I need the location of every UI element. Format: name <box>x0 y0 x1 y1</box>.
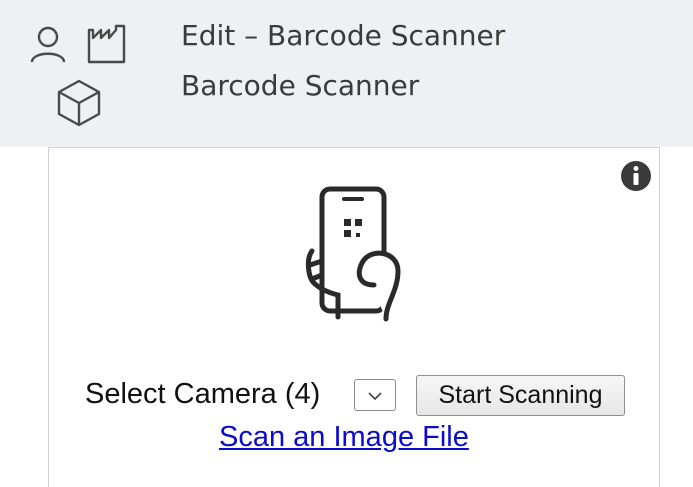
phone-qr-scan-icon <box>300 185 410 329</box>
scan-image-file-link[interactable]: Scan an Image File <box>219 423 469 452</box>
factory-icon[interactable] <box>86 24 128 64</box>
info-icon[interactable] <box>620 160 652 196</box>
page-title: Edit – Barcode Scanner <box>181 19 506 52</box>
select-camera-label: Select Camera (4) <box>85 378 321 410</box>
user-icon[interactable] <box>28 24 68 64</box>
header: Edit – Barcode Scanner Barcode Scanner <box>0 0 693 147</box>
cube-icon[interactable] <box>56 78 102 128</box>
start-scanning-button[interactable]: Start Scanning <box>416 375 625 416</box>
page-subtitle: Barcode Scanner <box>181 69 420 102</box>
camera-select[interactable] <box>354 379 396 411</box>
chevron-down-icon <box>368 386 382 405</box>
